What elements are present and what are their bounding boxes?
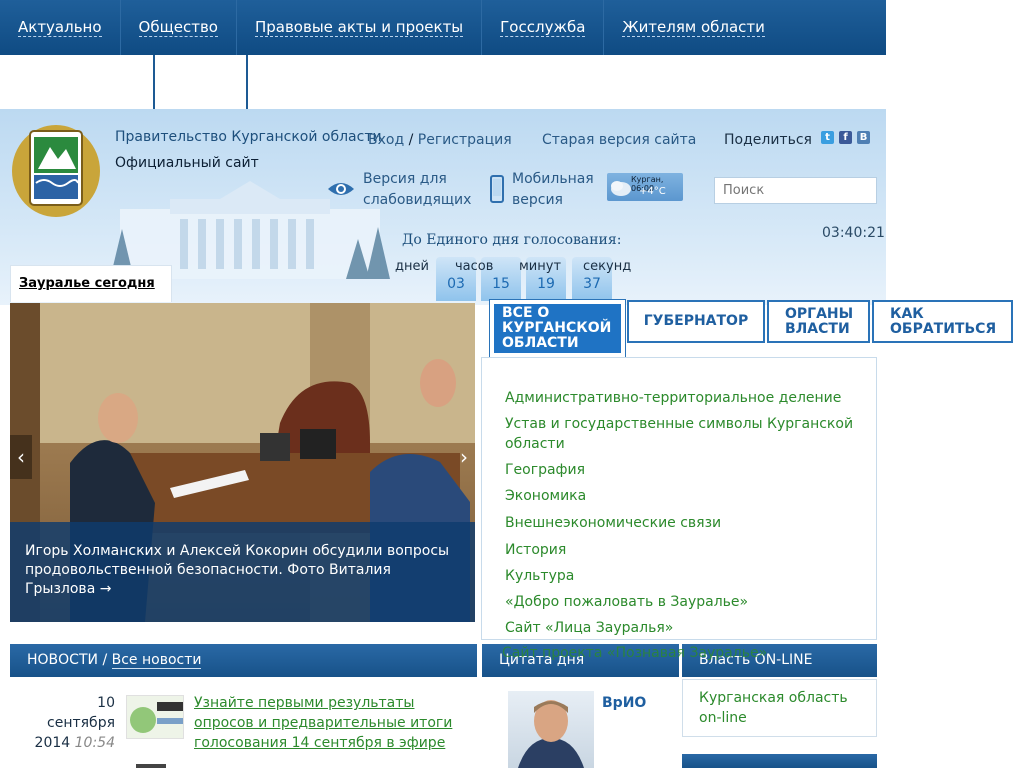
nav-item-civil-service[interactable]: Госслужба — [482, 0, 605, 55]
tab-about-region-label[interactable]: ВСЕ О КУРГАНСКОЙ ОБЛАСТИ — [502, 306, 613, 351]
auth-separator: / — [408, 132, 414, 148]
nav-item-legal-acts[interactable]: Правовые акты и проекты — [237, 0, 483, 55]
site-title[interactable]: Правительство Курганской области — [115, 129, 382, 145]
region-link[interactable]: Культура — [505, 566, 865, 586]
online-logo-image — [130, 702, 183, 733]
login-link[interactable]: Вход — [368, 132, 404, 148]
countdown-minutes-label: минут — [519, 259, 562, 274]
slider-prev-arrow[interactable]: ‹ — [10, 435, 32, 479]
region-link[interactable]: География — [505, 460, 865, 480]
nav-item-label[interactable]: Госслужба — [500, 18, 586, 37]
countdown-hours-value: 03 — [447, 276, 465, 292]
region-link[interactable]: «Добро пожаловать в Зауралье» — [505, 592, 865, 612]
top-navigation: Актуально Общество Правовые акты и проек… — [0, 0, 886, 55]
quote-author[interactable]: ВрИО — [602, 695, 646, 711]
countdown-seconds-label: секунд — [583, 259, 632, 274]
register-link[interactable]: Регистрация — [418, 132, 512, 148]
divider — [153, 55, 155, 109]
eye-icon — [328, 183, 354, 195]
tab-zauralye-today[interactable]: Зауралье сегодня — [10, 265, 172, 302]
weather-widget[interactable]: Курган, 06:00 +4°C — [607, 173, 683, 201]
countdown-minutes-value: 15 — [492, 276, 510, 292]
news-day: 10 — [97, 695, 115, 711]
region-link[interactable]: Устав и государственные символы Курганск… — [505, 414, 865, 454]
blind-version-link[interactable]: Версия для слабовидящих — [327, 169, 483, 211]
news-time: 10:54 — [74, 735, 115, 751]
region-link-overflow[interactable]: Сайт проекта «Познавая Зауралье» — [502, 645, 767, 661]
all-news-link[interactable]: Все новости — [111, 652, 202, 669]
quote-block: ВрИО — [482, 679, 679, 768]
nav-item-society[interactable]: Общество — [121, 0, 237, 55]
weather-temperature: +4°C — [639, 186, 666, 197]
nav-item-label[interactable]: Правовые акты и проекты — [254, 18, 464, 37]
countdown-title: До Единого дня голосования: — [402, 232, 622, 248]
search-input[interactable] — [714, 177, 877, 204]
old-version-link[interactable]: Старая версия сайта — [542, 132, 696, 148]
region-link[interactable]: Административно-территориальное деление — [505, 388, 865, 408]
slider-next-arrow[interactable]: › — [453, 435, 475, 479]
nav-item-residents[interactable]: Жителям области — [604, 0, 783, 55]
countdown-extra-value: 37 — [583, 276, 601, 292]
media-header — [682, 754, 877, 768]
blind-version-label[interactable]: Версия для слабовидящих — [363, 169, 483, 211]
region-link[interactable]: История — [505, 540, 865, 560]
news-separator: / — [102, 652, 108, 668]
news-thumbnail[interactable] — [136, 764, 166, 768]
tab-contact[interactable]: КАК ОБРАТИТЬСЯ — [872, 300, 1013, 343]
countdown-days-label: дней — [395, 259, 429, 274]
news-item-title[interactable]: Узнайте первыми результаты опросов и пре… — [194, 693, 464, 753]
tab-governor-label[interactable]: ГУБЕРНАТОР — [644, 314, 748, 329]
region-link[interactable]: Экономика — [505, 486, 865, 506]
facebook-icon[interactable]: f — [839, 131, 852, 144]
nav-blank-area — [886, 0, 1024, 55]
news-year-time: 2014 10:54 — [35, 733, 115, 753]
news-date: 10 сентября 2014 10:54 — [35, 693, 115, 753]
governor-photo — [508, 691, 594, 768]
twitter-icon[interactable]: t — [821, 131, 834, 144]
online-link[interactable]: Курганская область on-line — [699, 688, 869, 728]
tab-contact-label[interactable]: КАК ОБРАТИТЬСЯ — [890, 306, 996, 337]
region-link[interactable]: Внешнеэкономические связи — [505, 513, 865, 533]
news-photo-slider[interactable]: ‹ › Игорь Холманских и Алексей Кокорин о… — [10, 303, 475, 622]
site-subtitle: Официальный сайт — [115, 155, 259, 171]
nav-item-label[interactable]: Общество — [138, 18, 218, 37]
mobile-version-label[interactable]: Мобильная версия — [512, 169, 597, 211]
news-month: сентября — [47, 715, 115, 731]
mobile-phone-icon — [490, 175, 504, 203]
auth-links: Вход / Регистрация — [368, 132, 512, 148]
countdown-hours-label: часов — [455, 259, 494, 274]
divider — [246, 55, 248, 109]
cloud-icon — [611, 181, 631, 196]
clock: 03:40:21 — [822, 225, 885, 241]
tab-authorities-label[interactable]: ОРГАНЫ ВЛАСТИ — [785, 306, 853, 337]
share-label: Поделиться — [724, 132, 812, 148]
slider-caption[interactable]: Игорь Холманских и Алексей Кокорин обсуд… — [10, 522, 475, 622]
nav-item-label[interactable]: Актуально — [18, 18, 102, 37]
news-header: НОВОСТИ / Все новости — [10, 644, 477, 677]
mobile-version-link[interactable]: Мобильная версия — [490, 169, 597, 211]
region-links-panel: Административно-территориальное деление … — [481, 357, 877, 640]
news-title[interactable]: НОВОСТИ — [27, 652, 98, 668]
nav-item-actual[interactable]: Актуально — [0, 0, 121, 55]
tab-zauralye-today-label[interactable]: Зауралье сегодня — [19, 276, 155, 291]
vkontakte-icon[interactable]: В — [857, 131, 870, 144]
news-year: 2014 — [34, 735, 71, 751]
news-list: 10 сентября 2014 10:54 Узнайте первыми р… — [10, 679, 477, 768]
nav-item-label[interactable]: Жителям области — [622, 18, 765, 37]
tab-about-region[interactable]: ВСЕ О КУРГАНСКОЙ ОБЛАСТИ — [489, 299, 626, 358]
region-link[interactable]: Сайт «Лица Зауралья» — [505, 618, 865, 638]
online-block: Курганская область on-line — [682, 679, 877, 737]
coat-of-arms-logo[interactable] — [10, 119, 102, 219]
tab-governor[interactable]: ГУБЕРНАТОР — [627, 300, 765, 343]
news-thumbnail[interactable] — [126, 695, 184, 739]
tab-authorities[interactable]: ОРГАНЫ ВЛАСТИ — [767, 300, 870, 343]
countdown-seconds-value: 19 — [537, 276, 555, 292]
